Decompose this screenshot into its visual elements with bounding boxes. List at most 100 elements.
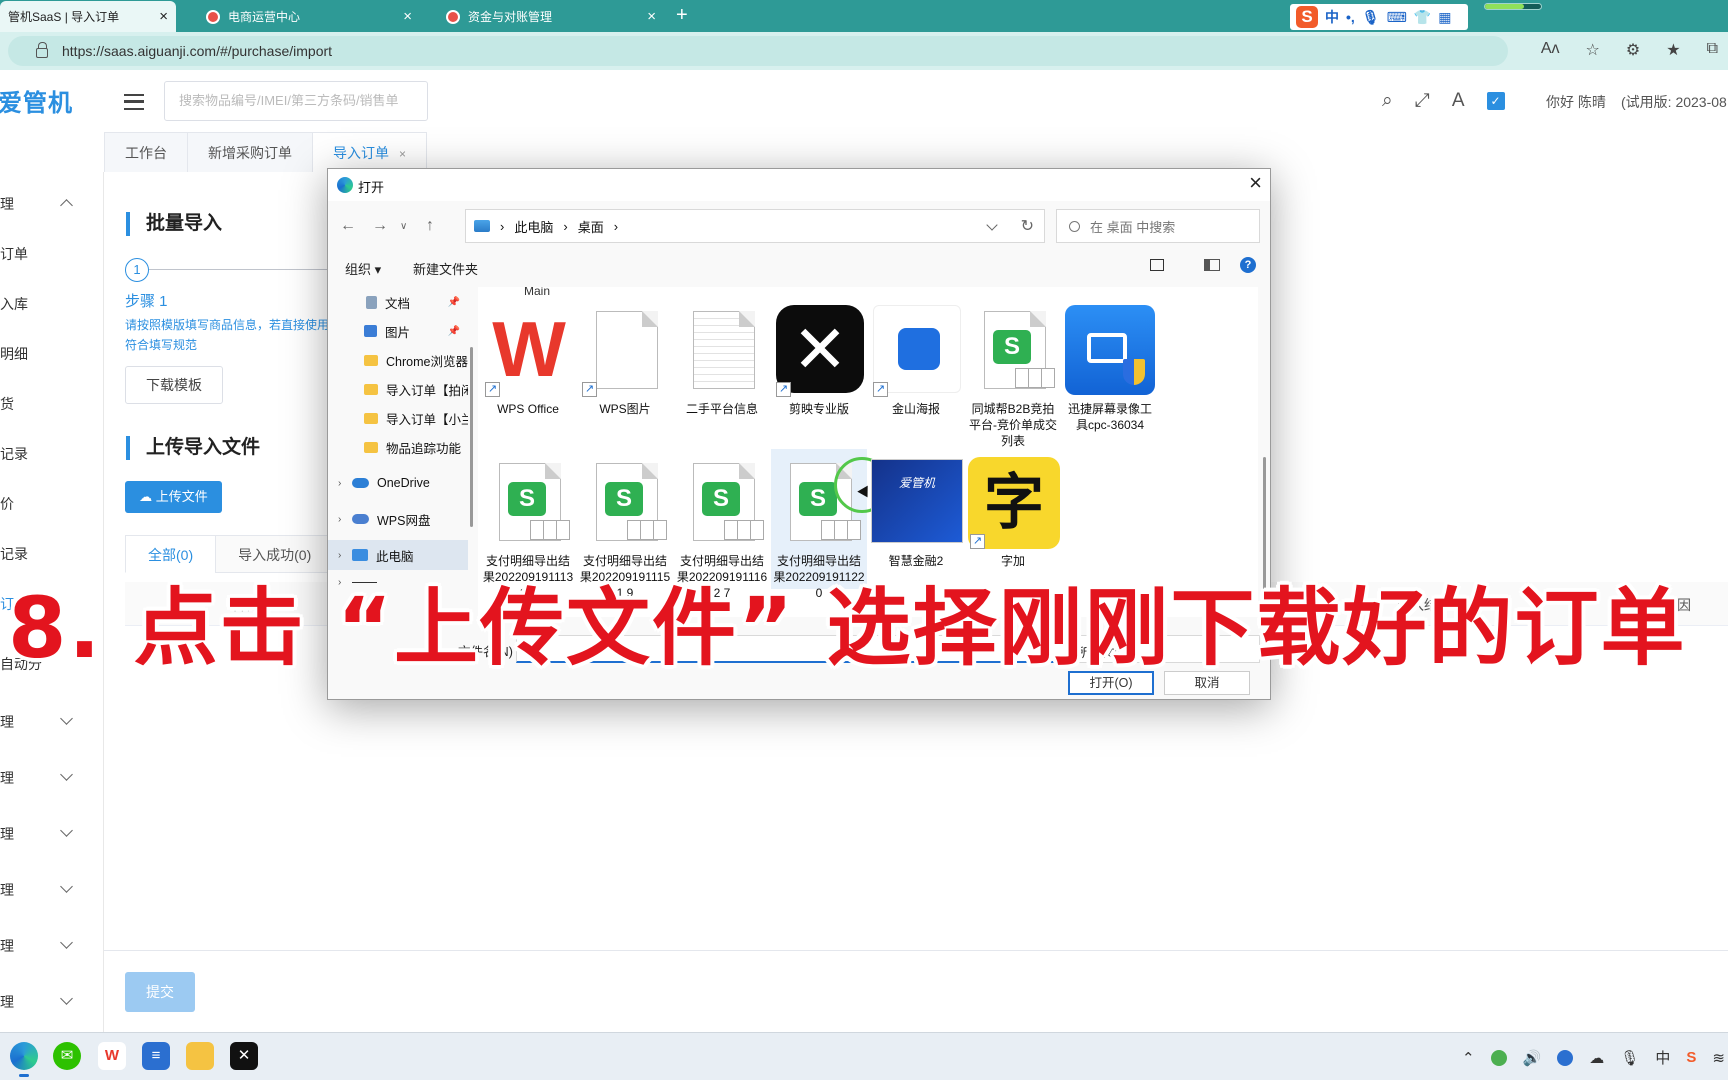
close-icon[interactable]: × — [647, 8, 656, 25]
refresh-icon[interactable]: ↻ — [1021, 216, 1034, 236]
input-method-icon[interactable]: 中 — [1655, 1047, 1670, 1068]
wps-office-icon[interactable]: W — [98, 1042, 126, 1070]
search-icon[interactable]: ⌕ — [1382, 90, 1393, 112]
chevron-down-icon[interactable] — [986, 219, 998, 231]
apps-grid-icon[interactable]: ▦ — [1438, 9, 1451, 26]
ime-mode[interactable]: 中 — [1325, 7, 1339, 27]
nav-item-pictures[interactable]: 图片 📌 — [328, 316, 468, 346]
file-item[interactable]: 爱管机 智慧金融2 — [868, 449, 964, 589]
submit-button[interactable]: 提交 — [125, 972, 195, 1012]
microphone-icon[interactable]: 🎙 — [1620, 1049, 1639, 1067]
download-template-button[interactable]: 下载模板 — [125, 366, 223, 404]
microphone-icon[interactable]: 🎙 — [1362, 9, 1380, 26]
sogou-tray-icon[interactable]: S — [1686, 1049, 1696, 1066]
nav-item-import-folder-2[interactable]: 导入订单【小兰 — [328, 403, 468, 433]
dialog-search-input[interactable]: 在 桌面 中搜索 — [1056, 209, 1260, 243]
favorite-star-icon[interactable]: ☆ — [1586, 40, 1600, 60]
url-text[interactable]: https://saas.aiguanji.com/#/purchase/imp… — [62, 43, 332, 59]
punctuation-icon[interactable]: •, — [1346, 9, 1355, 25]
read-aloud-icon[interactable]: Aʌ — [1541, 40, 1560, 60]
cloud-off-icon[interactable]: ☁ — [1589, 1049, 1604, 1067]
chevron-right-icon[interactable]: › — [338, 478, 352, 489]
font-size-icon[interactable]: A — [1452, 90, 1465, 112]
speaker-icon[interactable]: 🔊 — [1523, 1049, 1542, 1067]
nav-item-this-pc[interactable]: › 此电脑 — [328, 540, 468, 570]
keyboard-icon[interactable]: ⌨ — [1387, 9, 1407, 26]
sidebar-item-record-2[interactable]: 记录 — [0, 534, 104, 574]
close-icon[interactable]: × — [159, 8, 168, 25]
tab-workbench[interactable]: 工作台 — [104, 132, 188, 172]
organize-menu[interactable]: 组织 ▾ — [345, 259, 381, 278]
browser-tab-finance[interactable]: 资金与对账管理 × — [438, 1, 664, 32]
edge-browser-icon[interactable] — [10, 1042, 38, 1077]
sidebar-group-2[interactable]: 理 — [0, 758, 104, 798]
sidebar-item-detail[interactable]: 明细 — [0, 334, 104, 374]
upload-file-button[interactable]: ☁ 上传文件 — [125, 481, 222, 513]
preview-pane-icon[interactable] — [1204, 259, 1220, 271]
file-item[interactable]: ↗ WPS图片 — [577, 297, 673, 437]
sidebar-group-6[interactable]: 理 — [0, 982, 104, 1022]
nav-item-documents[interactable]: 文档 📌 — [328, 287, 468, 317]
collections-icon[interactable]: ⧉ — [1707, 40, 1718, 60]
close-icon[interactable]: × — [399, 147, 406, 161]
help-icon[interactable]: ? — [1240, 257, 1256, 273]
sidebar-group-5[interactable]: 理 — [0, 926, 104, 966]
ime-toolbar[interactable]: S 中 •, 🎙 ⌨ 👕 ▦ — [1290, 4, 1468, 30]
file-item[interactable]: ✕ ↗ 剪映专业版 — [771, 297, 867, 437]
sidebar-item-goods[interactable]: 货 — [0, 384, 104, 424]
tab-import-order[interactable]: 导入订单 × — [312, 132, 428, 172]
chevron-up-icon[interactable]: ⌃ — [1462, 1049, 1475, 1067]
favorites-icon[interactable]: ★ — [1666, 40, 1680, 60]
menu-toggle-icon[interactable] — [124, 94, 144, 110]
file-item-selected[interactable]: S 支付明细导出结果2022091911220 — [771, 449, 890, 600]
view-mode-icon[interactable] — [1150, 259, 1164, 271]
global-search-input[interactable]: 搜索物品编号/IMEI/第三方条码/销售单 — [164, 81, 428, 121]
file-item[interactable]: S 支付明细导出结果2022091911162 7 — [674, 449, 770, 600]
breadcrumb-item[interactable]: 此电脑 — [514, 217, 553, 236]
close-icon[interactable]: × — [403, 8, 412, 25]
chevron-right-icon[interactable]: › — [338, 514, 352, 525]
security-icon[interactable] — [1490, 1049, 1507, 1066]
new-folder-button[interactable]: 新建文件夹 — [413, 259, 478, 278]
shield-icon[interactable] — [1557, 1049, 1574, 1066]
file-item[interactable]: S 同城帮B2B竞拍平台-竞价单成交列表 — [965, 297, 1061, 448]
file-item[interactable]: S 支付明细导出结果2022091911131 8 — [480, 449, 576, 600]
file-item[interactable]: 迅捷屏幕录像工具cpc-36034 — [1062, 297, 1158, 437]
capcut-icon[interactable]: ✕ — [230, 1042, 258, 1070]
nav-item-tracking-folder[interactable]: 物品追踪功能 — [328, 432, 468, 462]
file-item[interactable]: W ↗ WPS Office — [480, 297, 576, 437]
forward-arrow-icon[interactable]: → — [372, 217, 388, 235]
new-tab-button[interactable]: + — [676, 4, 688, 27]
notepad-icon[interactable]: ≡ — [142, 1042, 170, 1070]
nav-item-chrome-folder[interactable]: Chrome浏览器 — [328, 345, 468, 375]
nav-scrollbar[interactable] — [468, 287, 474, 617]
address-bar[interactable]: https://saas.aiguanji.com/#/purchase/imp… — [8, 36, 1508, 66]
file-item[interactable]: ↗ 金山海报 — [868, 297, 964, 437]
sidebar-group-3[interactable]: 理 — [0, 814, 104, 854]
file-item[interactable]: S 支付明细导出结果2022091911151 9 — [577, 449, 673, 600]
sidebar-group-4[interactable]: 理 — [0, 870, 104, 910]
user-greeting[interactable]: 你好 陈晴 — [1546, 92, 1606, 112]
sidebar-item-stock-in[interactable]: 入库 — [0, 284, 104, 324]
tab-import-success[interactable]: 导入成功(0) — [215, 535, 335, 573]
sidebar-group-1[interactable]: 理 — [0, 702, 104, 742]
tab-all[interactable]: 全部(0) — [125, 535, 217, 573]
skin-icon[interactable]: 👕 — [1414, 9, 1431, 26]
sidebar-item-record[interactable]: 记录 — [0, 434, 104, 474]
dialog-breadcrumb[interactable]: › 此电脑 › 桌面 › ↻ — [465, 209, 1045, 243]
back-arrow-icon[interactable]: ← — [340, 217, 356, 235]
extensions-icon[interactable]: ⚙ — [1626, 40, 1640, 60]
wifi-icon[interactable]: ≋ — [1712, 1049, 1725, 1067]
file-explorer-icon[interactable] — [186, 1042, 214, 1070]
sidebar-item-price[interactable]: 价 — [0, 484, 104, 524]
file-list-scrollbar[interactable] — [1260, 287, 1268, 617]
up-arrow-icon[interactable]: ↑ — [426, 217, 434, 235]
nav-item-import-folder-1[interactable]: 导入订单【拍闲 — [328, 374, 468, 404]
browser-tab-import-order[interactable]: 管机SaaS | 导入订单 × — [0, 1, 176, 32]
nav-item-onedrive[interactable]: › OneDrive — [328, 468, 468, 498]
checkbox-icon[interactable]: ✓ — [1486, 92, 1505, 110]
breadcrumb-item[interactable]: 桌面 — [578, 217, 604, 236]
sidebar-item-manage[interactable]: 理 — [0, 184, 104, 224]
file-item[interactable]: 二手平台信息 — [674, 297, 770, 437]
chevron-right-icon[interactable]: › — [338, 550, 352, 561]
